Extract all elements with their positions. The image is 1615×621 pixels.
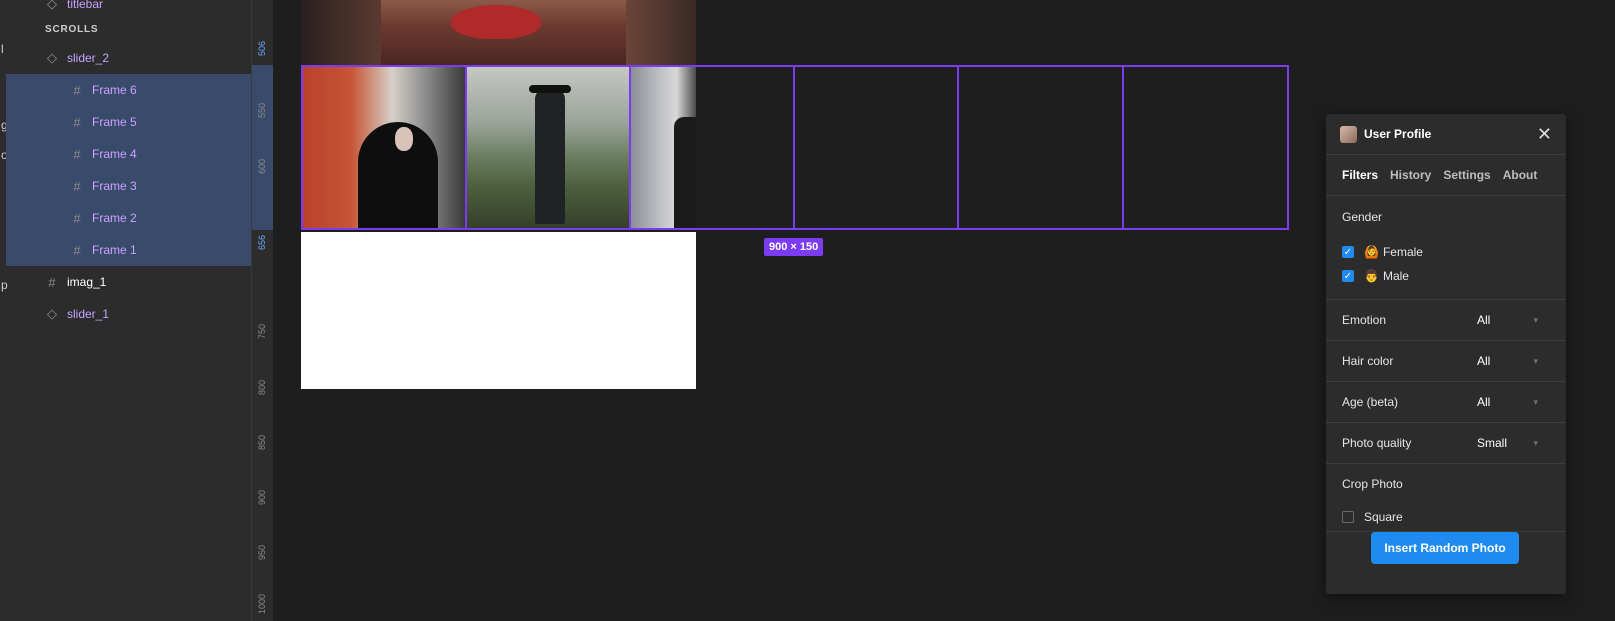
select-label: Photo quality [1342,436,1412,450]
ruler-tick: 506 [257,40,267,56]
slider-selection-box[interactable] [301,65,1289,230]
layer-label: Frame 3 [92,179,137,193]
frame-icon: # [73,210,81,226]
plugin-avatar [1340,125,1357,143]
layer-label: Frame 4 [92,147,137,161]
plugin-header: User Profile ✕ [1326,114,1566,155]
user-profile-plugin: User Profile ✕ Filters History Settings … [1326,114,1566,594]
component-icon: ◇ [47,0,57,11]
layer-item-titlebar[interactable]: ◇ titlebar [6,0,251,20]
ruler-tick: 600 [257,158,267,174]
layer-label: Frame 2 [92,211,137,225]
frame-icon: # [73,178,81,194]
layer-label: Frame 5 [92,115,137,129]
layers-panel: l g o p ◇ titlebar SCROLLS ◇ slider_2 # … [0,0,251,621]
select-value: All [1477,395,1491,409]
female-emoji-icon: 🙆 [1364,245,1379,259]
checkbox-checked-icon[interactable]: ✓ [1342,270,1354,282]
ruler-tick: 550 [257,102,267,118]
vertical-ruler[interactable]: 506 550 600 656 750 800 850 900 950 1000 [251,0,273,621]
ruler-tick: 850 [257,434,267,450]
crop-label: Crop Photo [1342,477,1403,491]
gender-label: Gender [1342,210,1383,224]
frame-icon: # [73,82,81,98]
layer-item-slider-2[interactable]: ◇ slider_2 [6,42,251,74]
lips-photo[interactable] [301,0,696,65]
lips-shape [451,5,541,39]
close-icon[interactable]: ✕ [1537,125,1552,143]
tab-about[interactable]: About [1503,168,1538,182]
frame-divider [1122,65,1124,230]
tab-settings[interactable]: Settings [1443,168,1490,182]
select-value: All [1477,354,1491,368]
male-emoji-icon: 👨 [1364,269,1379,283]
option-label: Square [1364,510,1403,524]
gender-option-male[interactable]: ✓ 👨 Male [1342,264,1550,288]
layer-label: Frame 1 [92,243,137,257]
layer-label: imag_1 [67,275,107,289]
age-select[interactable]: Age (beta) All ▾ [1326,382,1566,423]
layer-label: titlebar [67,0,104,11]
layer-item-frame-3[interactable]: # Frame 3 [6,170,251,202]
gender-section: Gender ✓ 🙆 Female ✓ 👨 Male [1326,196,1566,300]
hair-shape [626,0,696,65]
frame-divider [793,65,795,230]
select-value: All [1477,313,1491,327]
crop-option-square[interactable]: Square [1342,505,1550,529]
component-icon: ◇ [47,306,57,321]
chevron-down-icon: ▾ [1533,396,1538,407]
ruler-tick: 900 [257,489,267,505]
select-label: Hair color [1342,354,1394,368]
frame-icon: # [48,274,56,290]
frame-divider [957,65,959,230]
clipped-glyph: l [1,42,4,56]
ruler-tick: 800 [257,379,267,395]
ruler-tick: 950 [257,544,267,560]
emotion-select[interactable]: Emotion All ▾ [1326,300,1566,341]
ruler-tick: 750 [257,323,267,339]
select-label: Emotion [1342,313,1387,327]
ruler-tick: 1000 [257,593,267,614]
layer-item-slider-1[interactable]: ◇ slider_1 [6,298,251,330]
layer-item-frame-5[interactable]: # Frame 5 [6,106,251,138]
layer-item-frame-6[interactable]: # Frame 6 [6,74,251,106]
hair-color-select[interactable]: Hair color All ▾ [1326,341,1566,382]
ruler-tick: 656 [257,234,267,250]
layer-label: slider_1 [67,307,110,321]
select-label: Age (beta) [1342,395,1399,409]
layer-label: slider_2 [67,51,110,65]
chevron-down-icon: ▾ [1533,314,1538,325]
option-label: Male [1382,269,1409,283]
frame-divider [465,65,467,230]
ruler-selection-highlight [252,65,273,230]
section-title: SCROLLS [45,24,99,35]
plugin-tabs: Filters History Settings About [1326,155,1566,196]
crop-section: Crop Photo Square [1326,464,1566,532]
layer-item-frame-4[interactable]: # Frame 4 [6,138,251,170]
frame-icon: # [73,146,81,162]
frame-divider [629,65,631,230]
insert-random-photo-button[interactable]: Insert Random Photo [1371,532,1519,564]
checkbox-unchecked-icon[interactable] [1342,511,1354,523]
component-icon: ◇ [47,50,57,65]
layer-item-frame-2[interactable]: # Frame 2 [6,202,251,234]
gender-option-female[interactable]: ✓ 🙆 Female [1342,240,1550,264]
selection-size-badge: 900 × 150 [764,238,824,256]
option-label: Female [1382,245,1423,259]
hair-shape [301,0,381,65]
chevron-down-icon: ▾ [1533,355,1538,366]
tab-filters[interactable]: Filters [1342,168,1378,182]
layer-label: Frame 6 [92,83,137,97]
checkbox-checked-icon[interactable]: ✓ [1342,246,1354,258]
select-value: Small [1477,436,1508,450]
frame-icon: # [73,242,81,258]
layer-item-frame-1[interactable]: # Frame 1 [6,234,251,266]
photo-quality-select[interactable]: Photo quality Small ▾ [1326,423,1566,464]
layer-item-imag-1[interactable]: # imag_1 [6,266,251,298]
frame-icon: # [73,114,81,130]
chevron-down-icon: ▾ [1533,437,1538,448]
tab-history[interactable]: History [1390,168,1431,182]
imag-1-frame[interactable] [301,232,696,389]
plugin-title: User Profile [1364,127,1432,141]
